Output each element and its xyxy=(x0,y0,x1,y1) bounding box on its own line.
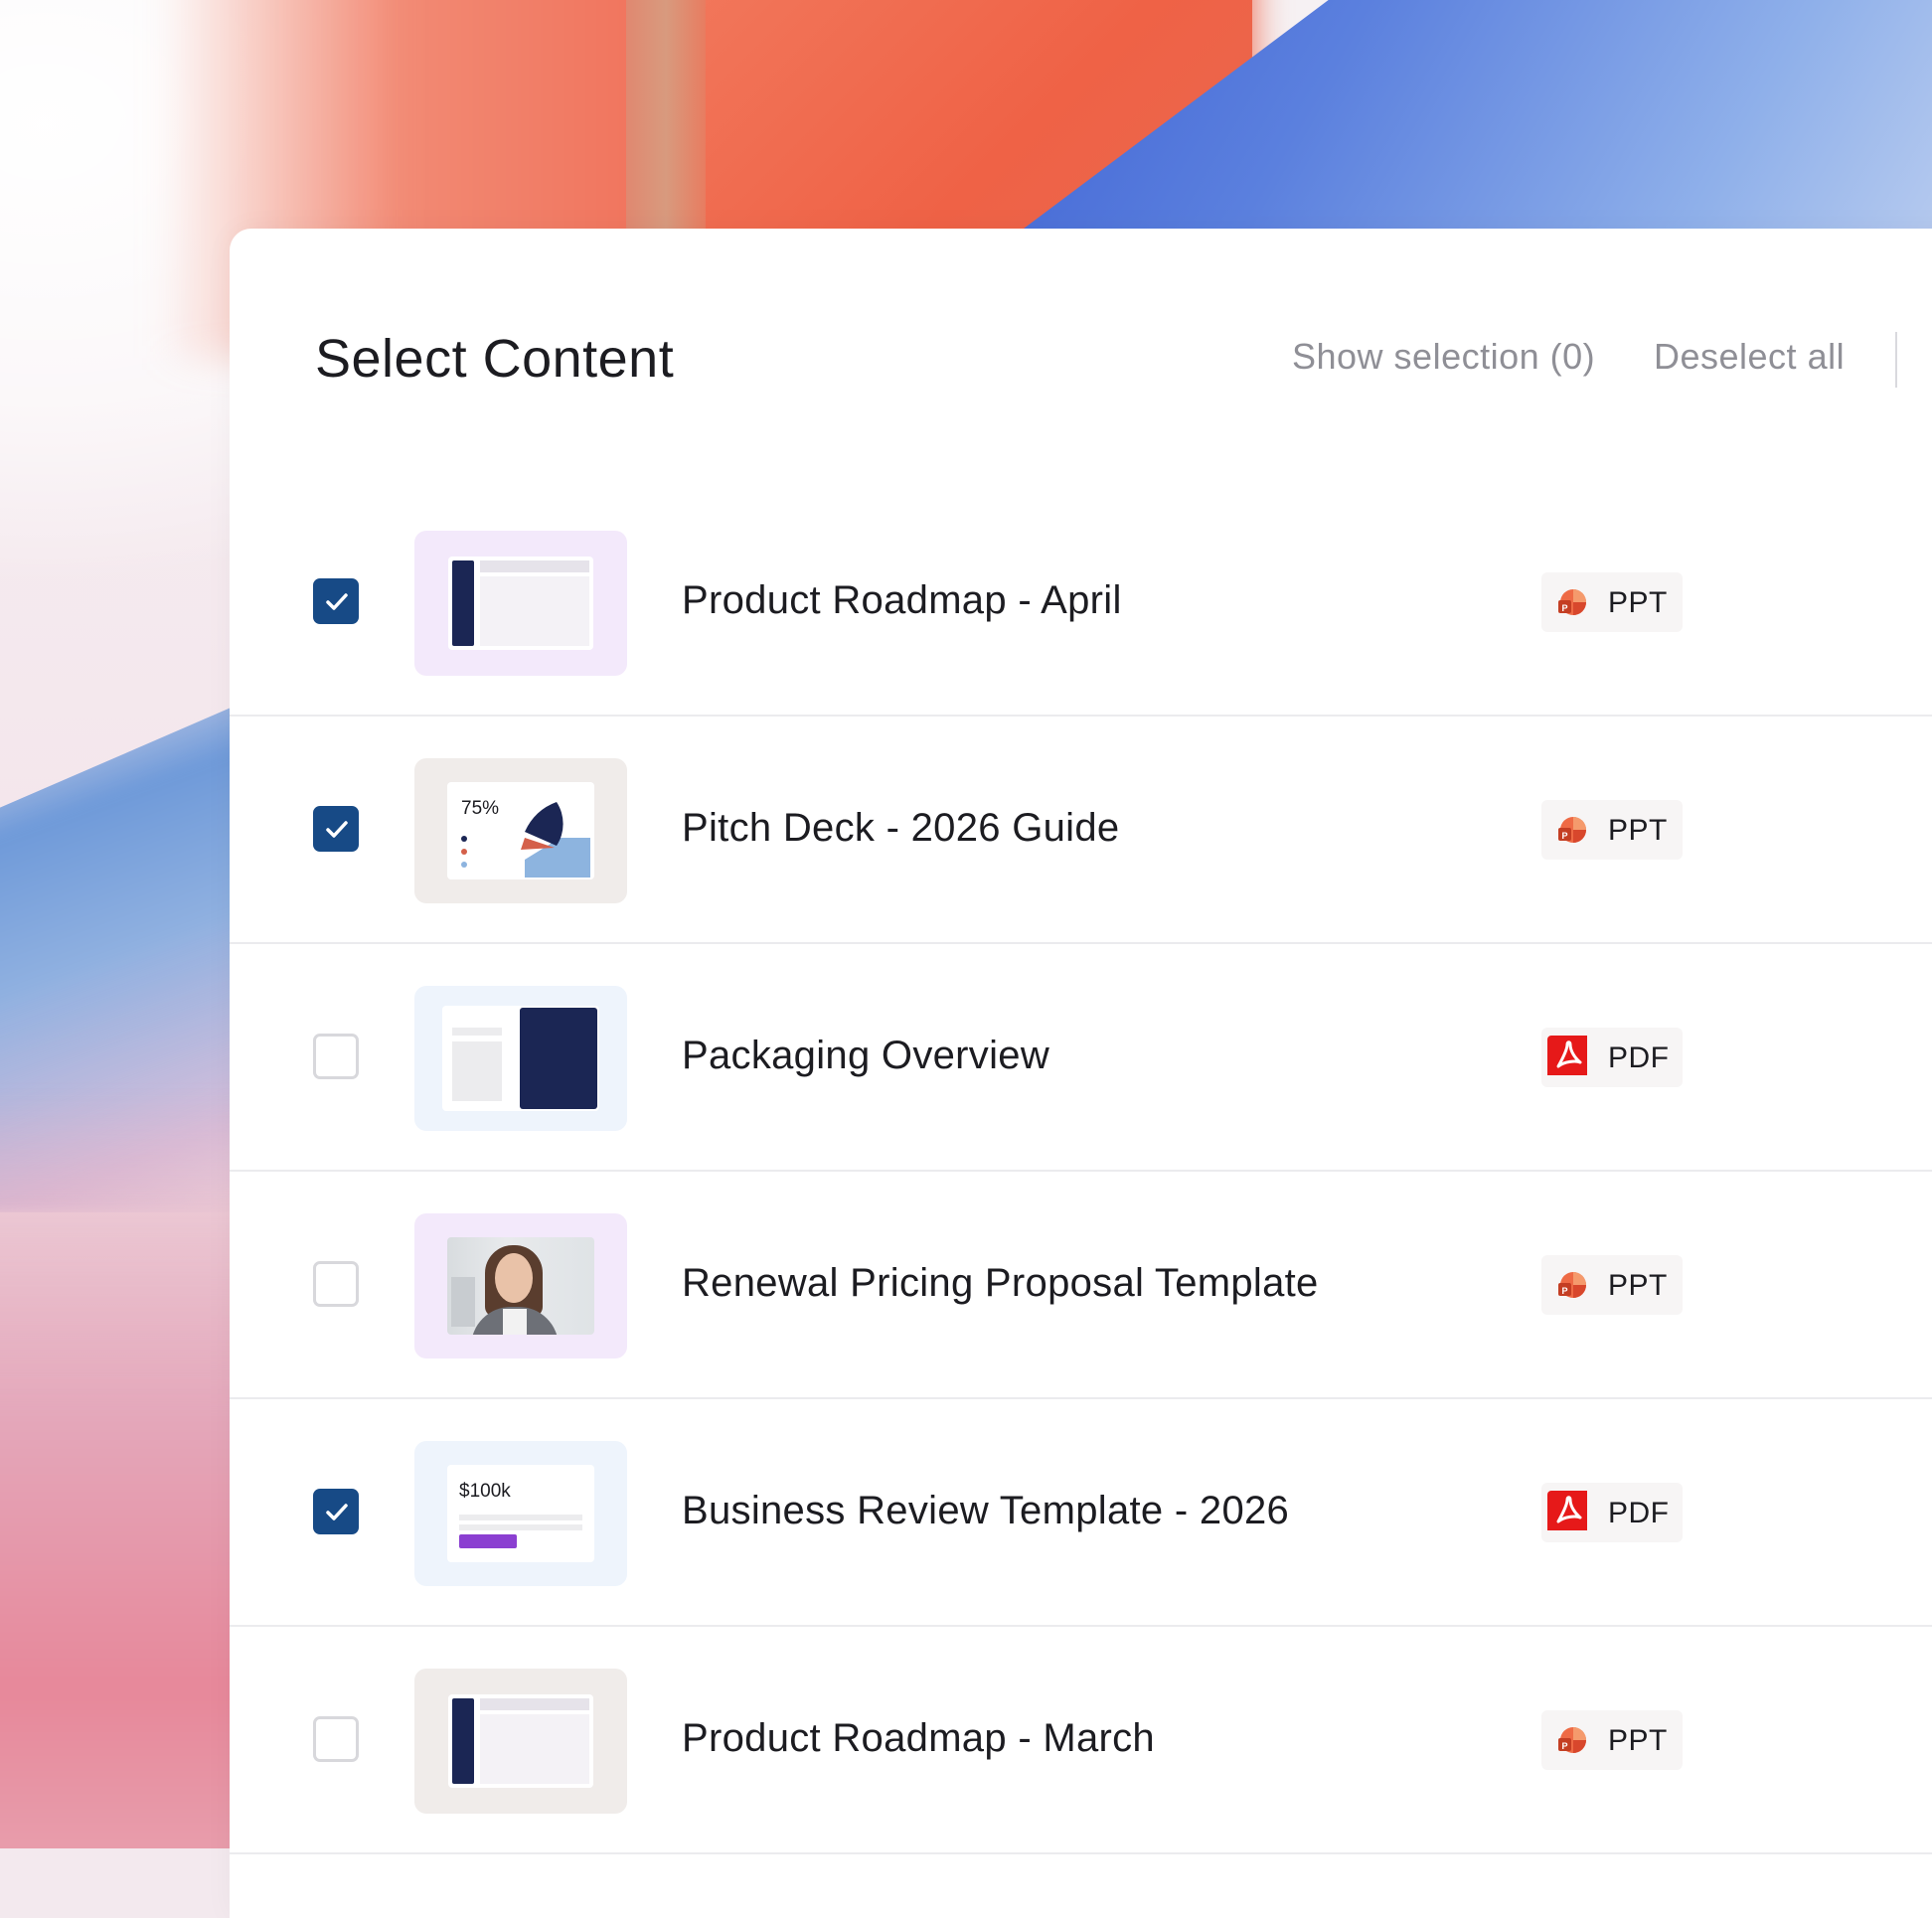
item-thumbnail[interactable] xyxy=(414,986,627,1131)
svg-text:P: P xyxy=(1562,603,1568,613)
progress-track xyxy=(459,1515,582,1520)
progress-bar xyxy=(459,1534,517,1548)
item-title[interactable]: Packaging Overview xyxy=(682,1034,1049,1078)
acrobat-pdf-icon xyxy=(1547,1491,1587,1530)
list-item[interactable]: Packaging Overview PDF xyxy=(230,944,1932,1172)
item-thumbnail[interactable] xyxy=(414,1213,627,1359)
item-checkbox[interactable] xyxy=(313,578,359,624)
legend-dot xyxy=(461,836,467,842)
item-checkbox[interactable] xyxy=(313,1489,359,1534)
photo-shelf xyxy=(451,1277,475,1327)
item-title[interactable]: Pitch Deck - 2026 Guide xyxy=(682,806,1119,851)
slide-body xyxy=(480,576,589,646)
acrobat-pdf-icon xyxy=(1547,1036,1587,1075)
file-type-label: PPT xyxy=(1608,586,1668,619)
background-left-pink xyxy=(0,1093,258,1848)
slide-header-bar xyxy=(480,560,589,572)
slide-sidebar xyxy=(452,1698,474,1784)
powerpoint-icon: P xyxy=(1558,589,1586,615)
item-title[interactable]: Product Roadmap - April xyxy=(682,578,1122,623)
check-icon xyxy=(326,821,348,838)
item-thumbnail[interactable] xyxy=(414,1669,627,1814)
item-checkbox[interactable] xyxy=(313,1261,359,1307)
powerpoint-icon: P xyxy=(1558,817,1586,843)
list-item[interactable]: Product Roadmap - April P PPT xyxy=(230,489,1932,717)
file-type-badge: P PPT xyxy=(1541,800,1683,860)
page-title: Select Content xyxy=(315,329,675,389)
file-type-badge: P PPT xyxy=(1541,1710,1683,1770)
powerpoint-icon: P xyxy=(1558,1272,1586,1298)
thumbnail-slide xyxy=(448,557,593,650)
check-icon xyxy=(326,1504,348,1520)
file-type-badge: P PPT xyxy=(1541,572,1683,632)
item-checkbox[interactable] xyxy=(313,1034,359,1079)
slide-header-bar xyxy=(480,1698,589,1710)
file-type-label: PPT xyxy=(1608,1269,1668,1302)
item-title[interactable]: Business Review Template - 2026 xyxy=(682,1489,1289,1533)
item-title[interactable]: Product Roadmap - March xyxy=(682,1716,1155,1761)
powerpoint-icon: P xyxy=(1558,1727,1586,1753)
file-type-badge: P PPT xyxy=(1541,1255,1683,1315)
pie-chart-graphic xyxy=(521,802,590,878)
list-item[interactable]: Product Roadmap - March P PPT xyxy=(230,1627,1932,1854)
progress-track xyxy=(459,1524,582,1530)
item-thumbnail[interactable]: $100k xyxy=(414,1441,627,1586)
list-item[interactable]: $100k Business Review Template - 2026 PD… xyxy=(230,1399,1932,1627)
check-icon xyxy=(326,593,348,610)
slide-body xyxy=(480,1714,589,1784)
item-checkbox[interactable] xyxy=(313,1716,359,1762)
content-list: Product Roadmap - April P PPT 75% Pitch … xyxy=(230,489,1932,1854)
svg-text:P: P xyxy=(1562,831,1568,841)
thumbnail-slide xyxy=(448,1694,593,1788)
list-item[interactable]: Renewal Pricing Proposal Template P PPT xyxy=(230,1172,1932,1399)
slide-sidebar xyxy=(452,560,474,646)
file-type-label: PDF xyxy=(1608,1041,1670,1074)
show-selection-button[interactable]: Show selection (0) xyxy=(1292,336,1595,378)
select-content-panel: Select Content Show selection (0) Desele… xyxy=(230,229,1932,1918)
deselect-all-button[interactable]: Deselect all xyxy=(1654,336,1845,378)
pie-slice-navy-wedge xyxy=(525,802,557,846)
thumbnail-stat: $100k xyxy=(459,1481,511,1502)
slide-navy-panel xyxy=(520,1008,597,1109)
item-title[interactable]: Renewal Pricing Proposal Template xyxy=(682,1261,1319,1306)
person-face xyxy=(495,1253,533,1303)
item-thumbnail[interactable] xyxy=(414,531,627,676)
thumbnail-stat: 75% xyxy=(461,798,500,819)
person-shirt xyxy=(503,1309,527,1335)
file-type-badge: PDF xyxy=(1541,1028,1683,1087)
slide-header-bar xyxy=(452,1028,502,1036)
svg-text:P: P xyxy=(1562,1286,1568,1296)
file-type-label: PDF xyxy=(1608,1497,1670,1529)
legend-dot xyxy=(461,862,467,868)
thumbnail-slide: 75% xyxy=(447,782,594,879)
item-thumbnail[interactable]: 75% xyxy=(414,758,627,903)
item-checkbox[interactable] xyxy=(313,806,359,852)
list-item[interactable]: 75% Pitch Deck - 2026 Guide P PPT xyxy=(230,717,1932,944)
legend-dot xyxy=(461,849,467,855)
thumbnail-slide xyxy=(442,1006,599,1111)
header-divider xyxy=(1895,332,1897,388)
slide-body xyxy=(452,1041,502,1101)
svg-text:P: P xyxy=(1562,1741,1568,1751)
file-type-label: PPT xyxy=(1608,1724,1668,1757)
file-type-label: PPT xyxy=(1608,814,1668,847)
thumbnail-slide: $100k xyxy=(447,1465,594,1562)
thumbnail-photo xyxy=(447,1237,594,1335)
file-type-badge: PDF xyxy=(1541,1483,1683,1542)
